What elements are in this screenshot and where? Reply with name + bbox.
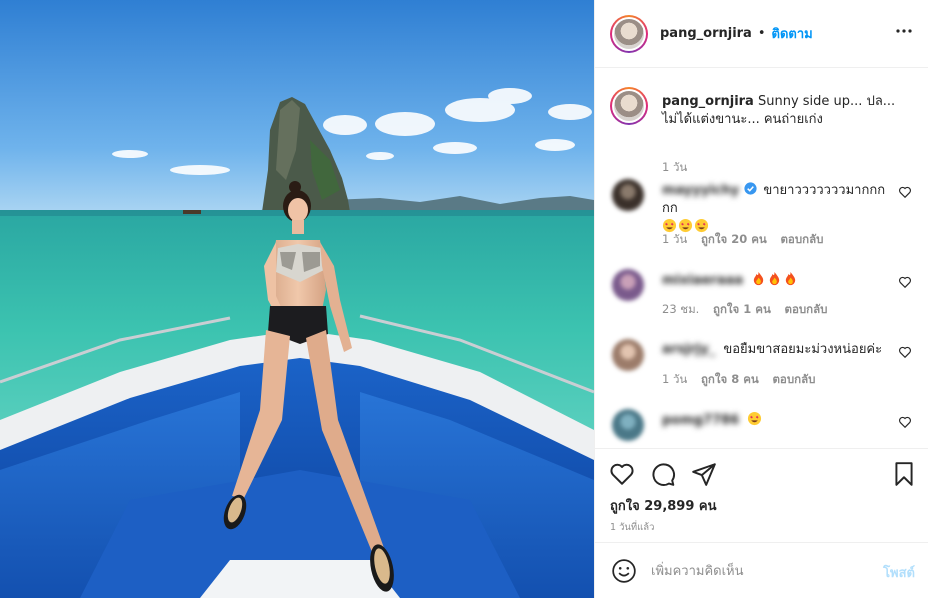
comment-meta: 1 วัน ถูกใจ 8 คน ตอบกลับ xyxy=(662,371,825,389)
follow-button[interactable]: ติดตาม xyxy=(772,23,813,44)
reply-button[interactable]: ตอบกลับ xyxy=(772,372,815,386)
comment-username[interactable]: mixiaeraaa xyxy=(662,272,743,290)
comment-text-block: pomg7786 xyxy=(662,411,887,430)
fire-emoji-icon xyxy=(770,271,780,286)
share-direct-icon[interactable] xyxy=(691,461,717,487)
post-header: pang_ornjira • ติดตาม xyxy=(595,0,928,68)
verified-badge-icon xyxy=(744,182,757,195)
more-options-icon[interactable] xyxy=(895,24,913,40)
author-username[interactable]: pang_ornjira xyxy=(660,26,752,41)
reply-button[interactable]: ตอบกลับ xyxy=(780,232,823,246)
comment-likes[interactable]: ถูกใจ 1 คน xyxy=(713,302,771,316)
fire-emoji-icon xyxy=(754,271,764,286)
caption-username[interactable]: pang_ornjira xyxy=(662,94,754,109)
comment-like-heart-icon[interactable] xyxy=(898,185,912,199)
comment-text-block: arsjrjy_ ขอยืมขาสอยมะม่วงหน่อยค่ะ xyxy=(662,341,887,359)
header-separator: • xyxy=(757,26,766,41)
comment-text-block: mayyyichy ขายาวววววววมากกกกก xyxy=(662,181,887,237)
comment-text: ขอยืมขาสอยมะม่วงหน่อยค่ะ xyxy=(723,342,883,357)
post-side-panel: pang_ornjira • ติดตาม pang_ornjira Sunny… xyxy=(594,0,928,598)
star-struck-emoji-icon xyxy=(748,411,762,426)
caption-text-block: pang_ornjira Sunny side up... ปล... ไม่ไ… xyxy=(662,93,912,129)
like-heart-icon[interactable] xyxy=(609,461,635,487)
fire-emoji-icon xyxy=(786,271,796,286)
comment-time[interactable]: 1 วัน xyxy=(662,232,687,246)
post-timestamp[interactable]: 1 วันที่แล้ว xyxy=(610,520,654,535)
comment-avatar[interactable] xyxy=(612,339,644,371)
comment-avatar[interactable] xyxy=(612,179,644,211)
comment-like-heart-icon[interactable] xyxy=(898,345,912,359)
comment-meta: 1 วัน ถูกใจ 20 คน ตอบกลับ xyxy=(662,231,833,249)
caption-time[interactable]: 1 วัน xyxy=(662,159,687,177)
comment-likes[interactable]: ถูกใจ 8 คน xyxy=(701,372,759,386)
comment-username[interactable]: arsjrjy_ xyxy=(662,341,715,359)
comment-username[interactable]: pomg7786 xyxy=(662,412,739,430)
comment-like-heart-icon[interactable] xyxy=(898,275,912,289)
photo-scene xyxy=(0,0,594,598)
comment-bubble-icon[interactable] xyxy=(650,461,676,487)
save-bookmark-icon[interactable] xyxy=(891,461,917,487)
emoji-picker-icon[interactable] xyxy=(611,558,637,584)
comments-list[interactable]: pang_ornjira Sunny side up... ปล... ไม่ไ… xyxy=(595,69,928,447)
post-photo[interactable] xyxy=(0,0,594,598)
caption-avatar[interactable] xyxy=(610,87,648,125)
likes-count[interactable]: ถูกใจ 29,899 คน xyxy=(610,495,717,516)
comment-time[interactable]: 1 วัน xyxy=(662,372,687,386)
comment-time[interactable]: 23 ชม. xyxy=(662,302,699,316)
author-avatar[interactable] xyxy=(610,14,648,53)
comment-like-heart-icon[interactable] xyxy=(898,415,912,429)
comment-likes[interactable]: ถูกใจ 20 คน xyxy=(701,232,767,246)
comment-meta: 23 ชม. ถูกใจ 1 คน ตอบกลับ xyxy=(662,301,838,319)
post-comment-button[interactable]: โพสต์ xyxy=(883,562,915,583)
comment-username[interactable]: mayyyichy xyxy=(662,182,739,200)
add-comment-bar: โพสต์ xyxy=(595,542,928,598)
post-actions: ถูกใจ 29,899 คน 1 วันที่แล้ว xyxy=(595,448,928,542)
add-comment-input[interactable] xyxy=(651,560,861,582)
comment-avatar[interactable] xyxy=(612,269,644,301)
comment-text-block: mixiaeraaa xyxy=(662,271,887,290)
reply-button[interactable]: ตอบกลับ xyxy=(785,302,828,316)
comment-avatar[interactable] xyxy=(612,409,644,441)
